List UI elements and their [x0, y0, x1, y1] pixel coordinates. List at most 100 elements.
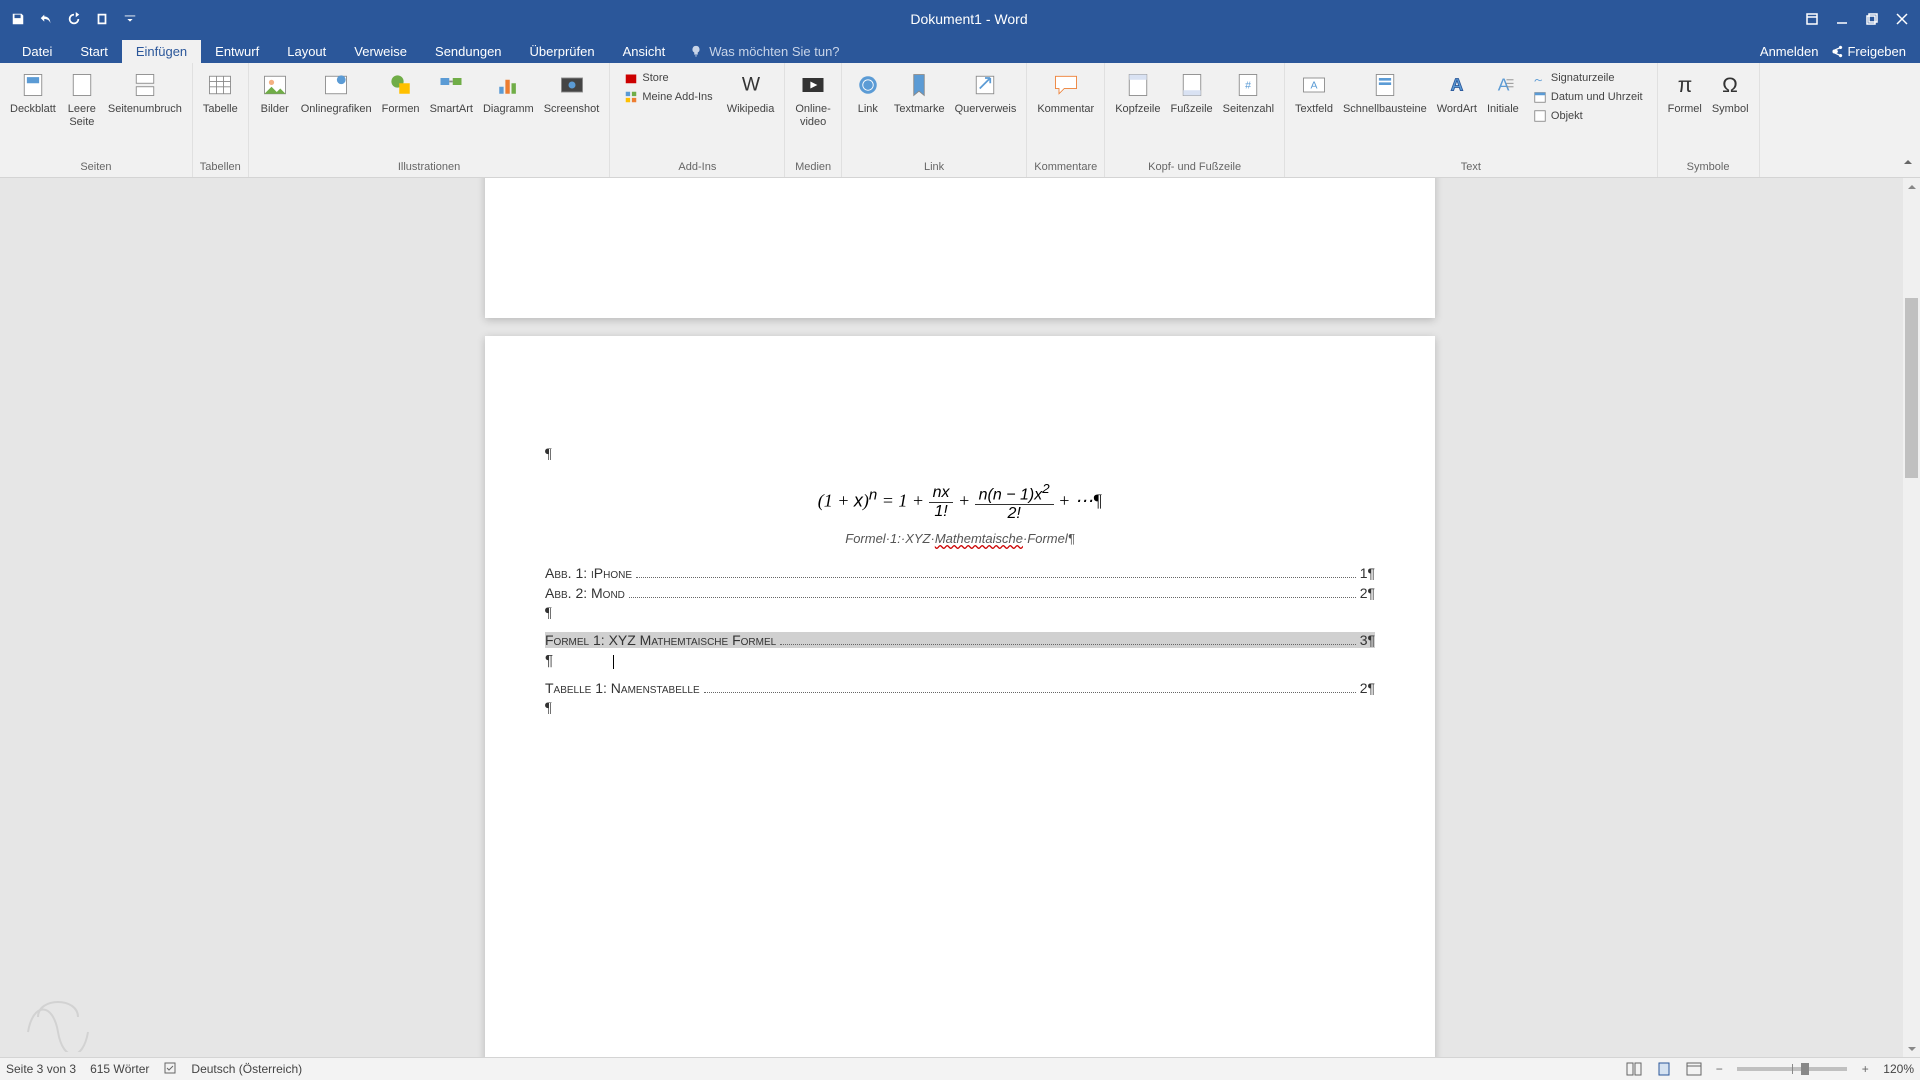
seitenumbruch-button[interactable]: Seitenumbruch [104, 67, 186, 118]
status-page[interactable]: Seite 3 von 3 [6, 1062, 76, 1076]
tab-entwurf[interactable]: Entwurf [201, 40, 273, 63]
toc-entry-abb2[interactable]: Abb. 2: Mond 2¶ [545, 585, 1375, 601]
document-area[interactable]: ¶ (1 + x)n = 1 + nx1! + n(n − 1)x22! + ⋯… [0, 178, 1920, 1057]
ribbon-display-icon[interactable] [1798, 7, 1826, 31]
symbol-button[interactable]: ΩSymbol [1708, 67, 1753, 118]
group-label-seiten: Seiten [80, 159, 111, 175]
kopfzeile-button[interactable]: Kopfzeile [1111, 67, 1164, 118]
tab-sendungen[interactable]: Sendungen [421, 40, 516, 63]
group-kommentare: Kommentar Kommentare [1027, 63, 1105, 177]
tabelle-button[interactable]: Tabelle [199, 67, 242, 118]
group-label-text: Text [1461, 159, 1481, 175]
toc-entry-formel1[interactable]: Formel 1: XYZ Mathemtaische Formel 3¶ [545, 632, 1375, 648]
tab-ansicht[interactable]: Ansicht [609, 40, 680, 63]
svg-text:π: π [1677, 74, 1692, 97]
vertical-scrollbar[interactable] [1903, 178, 1920, 1057]
toc-entry-abb1[interactable]: Abb. 1: iPhone 1¶ [545, 565, 1375, 581]
zoom-thumb[interactable] [1801, 1063, 1809, 1075]
page-current[interactable]: ¶ (1 + x)n = 1 + nx1! + n(n − 1)x22! + ⋯… [485, 336, 1435, 1057]
undo-icon[interactable] [36, 9, 56, 29]
close-icon[interactable] [1888, 7, 1916, 31]
zoom-out-icon[interactable]: − [1711, 1062, 1727, 1076]
textmarke-button[interactable]: Textmarke [890, 67, 949, 118]
qat-more-icon[interactable] [120, 9, 140, 29]
window-title: Dokument1 - Word [140, 11, 1798, 27]
diagramm-button[interactable]: Diagramm [479, 67, 538, 118]
group-kopf-fusszeile: Kopfzeile Fußzeile #Seitenzahl Kopf- und… [1105, 63, 1285, 177]
onlinevideo-button[interactable]: Online- video [791, 67, 834, 130]
tell-me-placeholder: Was möchten Sie tun? [709, 44, 839, 59]
zoom-slider[interactable] [1737, 1067, 1847, 1071]
group-link: Link Textmarke Querverweis Link [842, 63, 1028, 177]
objekt-button[interactable]: Objekt [1529, 107, 1647, 125]
tab-einfugen[interactable]: Einfügen [122, 40, 201, 63]
wordart-button[interactable]: AWordArt [1433, 67, 1481, 118]
group-label-symbole: Symbole [1687, 159, 1730, 175]
store-button[interactable]: Store [620, 69, 716, 87]
svg-text:A: A [1498, 74, 1510, 94]
scrollbar-thumb[interactable] [1905, 298, 1918, 478]
maximize-icon[interactable] [1858, 7, 1886, 31]
leere-seite-button[interactable]: Leere Seite [62, 67, 102, 130]
svg-text:A: A [1450, 74, 1463, 94]
svg-text:A: A [1310, 80, 1317, 92]
group-illustrationen: Bilder Onlinegrafiken Formen SmartArt Di… [249, 63, 611, 177]
page-previous [485, 178, 1435, 318]
formel-button[interactable]: πFormel [1664, 67, 1706, 118]
group-tabellen: Tabelle Tabellen [193, 63, 249, 177]
zoom-in-icon[interactable]: + [1857, 1062, 1873, 1076]
group-label-tabellen: Tabellen [200, 159, 241, 175]
formen-button[interactable]: Formen [378, 67, 424, 118]
scroll-up-icon[interactable] [1903, 178, 1920, 195]
status-words[interactable]: 615 Wörter [90, 1062, 149, 1076]
schnellbausteine-button[interactable]: Schnellbausteine [1339, 67, 1431, 118]
initiale-button[interactable]: AInitiale [1483, 67, 1523, 118]
tab-uberprufen[interactable]: Überprüfen [516, 40, 609, 63]
group-text: ATextfeld Schnellbausteine AWordArt AIni… [1285, 63, 1658, 177]
onlinegrafiken-button[interactable]: Onlinegrafiken [297, 67, 376, 118]
quick-access-toolbar [0, 9, 140, 29]
save-icon[interactable] [8, 9, 28, 29]
equation-caption[interactable]: Formel·1:·XYZ·Mathemtaische·Formel¶ [545, 531, 1375, 547]
scroll-down-icon[interactable] [1903, 1040, 1920, 1057]
bilder-button[interactable]: Bilder [255, 67, 295, 118]
link-button[interactable]: Link [848, 67, 888, 118]
wikipedia-button[interactable]: WWikipedia [723, 67, 779, 118]
window-controls [1798, 7, 1920, 31]
signaturzeile-button[interactable]: Signaturzeile [1529, 69, 1647, 87]
toc-entry-tabelle1[interactable]: Tabelle 1: Namenstabelle 2¶ [545, 680, 1375, 696]
title-bar: Dokument1 - Word [0, 0, 1920, 38]
spellcheck-icon[interactable] [163, 1061, 177, 1078]
collapse-ribbon-icon[interactable] [1902, 155, 1914, 173]
textfeld-button[interactable]: ATextfeld [1291, 67, 1337, 118]
view-print-icon[interactable] [1651, 1060, 1677, 1078]
svg-text:#: # [1245, 80, 1251, 92]
datum-uhrzeit-button[interactable]: Datum und Uhrzeit [1529, 88, 1647, 106]
deckblatt-button[interactable]: Deckblatt [6, 67, 60, 118]
tab-start[interactable]: Start [66, 40, 121, 63]
zoom-percent[interactable]: 120% [1883, 1062, 1914, 1076]
querverweis-button[interactable]: Querverweis [951, 67, 1021, 118]
view-read-icon[interactable] [1621, 1060, 1647, 1078]
share-button[interactable]: Freigeben [1830, 44, 1906, 59]
smartart-button[interactable]: SmartArt [426, 67, 477, 118]
minimize-icon[interactable] [1828, 7, 1856, 31]
tab-layout[interactable]: Layout [273, 40, 340, 63]
fusszeile-button[interactable]: Fußzeile [1166, 67, 1216, 118]
login-link[interactable]: Anmelden [1760, 44, 1819, 59]
screenshot-button[interactable]: Screenshot [540, 67, 604, 118]
kommentar-button[interactable]: Kommentar [1033, 67, 1098, 118]
status-language[interactable]: Deutsch (Österreich) [191, 1062, 302, 1076]
group-label-medien: Medien [795, 159, 831, 175]
group-label-illustrationen: Illustrationen [398, 159, 460, 175]
seitenzahl-button[interactable]: #Seitenzahl [1219, 67, 1278, 118]
touch-mode-icon[interactable] [92, 9, 112, 29]
group-addins: Store Meine Add-Ins WWikipedia Add-Ins [610, 63, 785, 177]
equation[interactable]: (1 + x)n = 1 + nx1! + n(n − 1)x22! + ⋯¶ [545, 481, 1375, 523]
tell-me-search[interactable]: Was möchten Sie tun? [679, 40, 849, 63]
tab-verweise[interactable]: Verweise [340, 40, 421, 63]
view-web-icon[interactable] [1681, 1060, 1707, 1078]
tab-file[interactable]: Datei [8, 40, 66, 63]
redo-icon[interactable] [64, 9, 84, 29]
meine-addins-button[interactable]: Meine Add-Ins [620, 88, 716, 106]
